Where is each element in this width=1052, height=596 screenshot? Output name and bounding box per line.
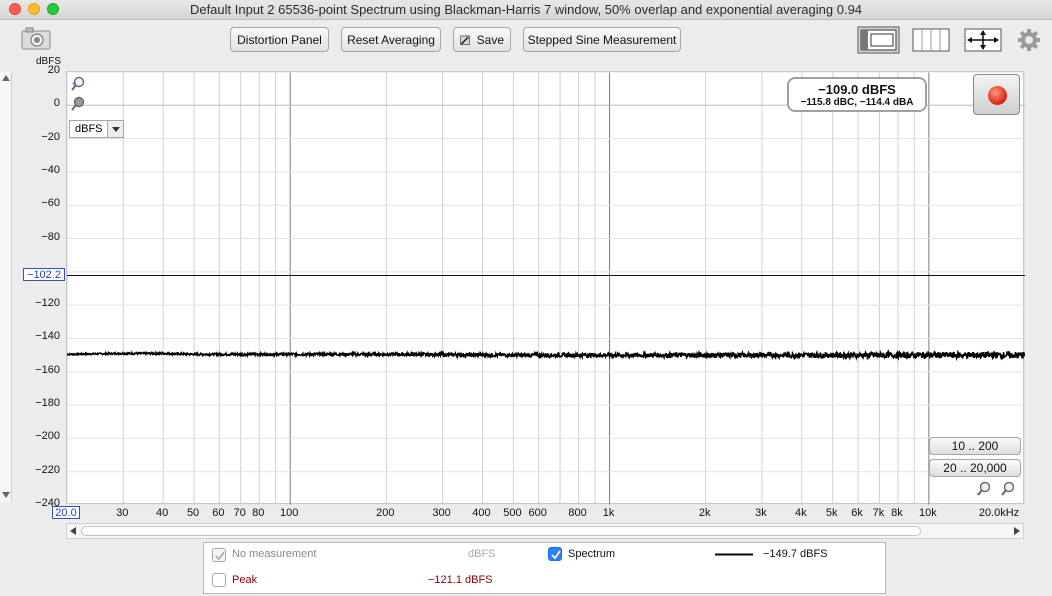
y-tick-label: −160 [35,363,60,376]
x-tick-label: 60 [212,507,225,519]
x-tick-label: 20.0kHz [978,507,1020,519]
x-tick-label: 300 [432,507,451,519]
reset-averaging-button[interactable]: Reset Averaging [341,27,441,52]
stepped-sine-measurement-button[interactable]: Stepped Sine Measurement [523,27,681,52]
y-tick-label: −120 [35,297,60,310]
x-tick-label: 4k [794,507,807,519]
range-20-20000-button[interactable]: 20 .. 20,000 [929,459,1021,477]
x-tick-label: 100 [280,507,299,519]
chevron-down-icon [107,121,123,137]
peak-value: −121.1 dBFS [428,574,493,586]
x-tick-label: 6k [851,507,863,519]
x-zoom-in-icon[interactable] [1000,481,1016,502]
panel-layout-icon[interactable] [912,26,950,54]
cursor-level-box[interactable]: −102.2 [23,268,65,281]
no-measurement-checkbox[interactable] [212,548,226,562]
x-tick-label: 40 [156,507,169,519]
fit-view-icon[interactable] [964,26,1002,54]
spectrum-checkbox[interactable] [548,547,562,561]
readout-sub: −115.8 dBC, −114.4 dBA [800,97,914,108]
unit-select[interactable]: dBFS [69,120,124,138]
x-zoom-out-icon[interactable]: - [976,481,992,502]
level-readout: −109.0 dBFS −115.8 dBC, −114.4 dBA [787,77,927,112]
no-measurement-label: No measurement [232,548,317,560]
window-title: Default Input 2 65536-point Spectrum usi… [189,2,863,17]
graph-view-icon[interactable] [857,26,900,54]
x-tick-label: 5k [825,507,838,519]
range-10-200-button[interactable]: 10 .. 200 [929,437,1021,455]
horizontal-scroll-thumb[interactable] [81,526,921,536]
readout-main: −109.0 dBFS [818,82,896,97]
zoom-in-icon[interactable]: + [70,76,86,97]
x-tick-label: 500 [503,507,522,519]
x-tick-label: 3k [755,507,767,519]
y-tick-label: −220 [35,463,60,476]
y-tick-label: −80 [41,230,60,243]
y-tick-label: −60 [41,197,60,210]
spectrum-chart [67,72,1025,505]
peak-checkbox[interactable] [212,573,226,587]
y-tick-label: 0 [53,97,60,110]
horizontal-scrollbar[interactable] [66,523,1024,539]
camera-icon[interactable] [21,27,51,50]
spectrum-plot-area[interactable]: + [66,71,1025,505]
y-tick-label: −20 [41,130,60,143]
zoom-out-icon[interactable] [70,96,86,117]
x-tick-label: 200 [376,507,395,519]
x-tick-label: 30 [116,507,129,519]
x-tick-label: 8k [891,507,903,519]
x-tick-label: 1k [602,507,615,519]
save-button[interactable]: Save [453,27,511,52]
legend-panel: No measurement dBFS Spectrum −149.7 dBFS… [203,542,886,594]
save-icon [460,34,471,45]
x-tick-label: 70 [233,507,246,519]
gear-icon[interactable] [1017,26,1041,54]
x-tick-label: 50 [186,507,200,519]
record-icon [988,86,1007,105]
app-window: Default Input 2 65536-point Spectrum usi… [0,0,1052,596]
y-tick-label: −200 [35,430,60,443]
y-tick-label: −240 [35,497,60,509]
x-tick-label: 7k [872,507,885,519]
x-tick-label: 600 [528,507,547,519]
title-bar: Default Input 2 65536-point Spectrum usi… [0,0,1052,20]
x-tick-label: 400 [472,507,491,519]
distortion-panel-button[interactable]: Distortion Panel [230,27,329,52]
y-tick-label: −40 [41,163,60,176]
unit-select-value: dBFS [75,123,103,135]
x-tick-label: 80 [252,507,265,519]
record-button[interactable] [973,74,1020,115]
x-tick-label: 10k [918,507,937,519]
spectrum-trace [67,349,1025,362]
spectrum-line-swatch [715,553,753,556]
x-tick-label: 2k [698,507,711,519]
x-start-box[interactable]: 20.0 [52,506,80,519]
svg-text:+: + [71,80,77,88]
save-label: Save [476,32,504,47]
peak-label: Peak [232,574,258,586]
spectrum-value: −149.7 dBFS [763,548,828,560]
y-tick-label: −140 [35,330,60,343]
spectrum-label: Spectrum [568,548,616,560]
no-measurement-unit: dBFS [468,548,496,560]
x-tick-label: 800 [568,507,587,519]
y-tick-label: 20 [47,64,60,76]
y-tick-label: −180 [35,397,60,410]
